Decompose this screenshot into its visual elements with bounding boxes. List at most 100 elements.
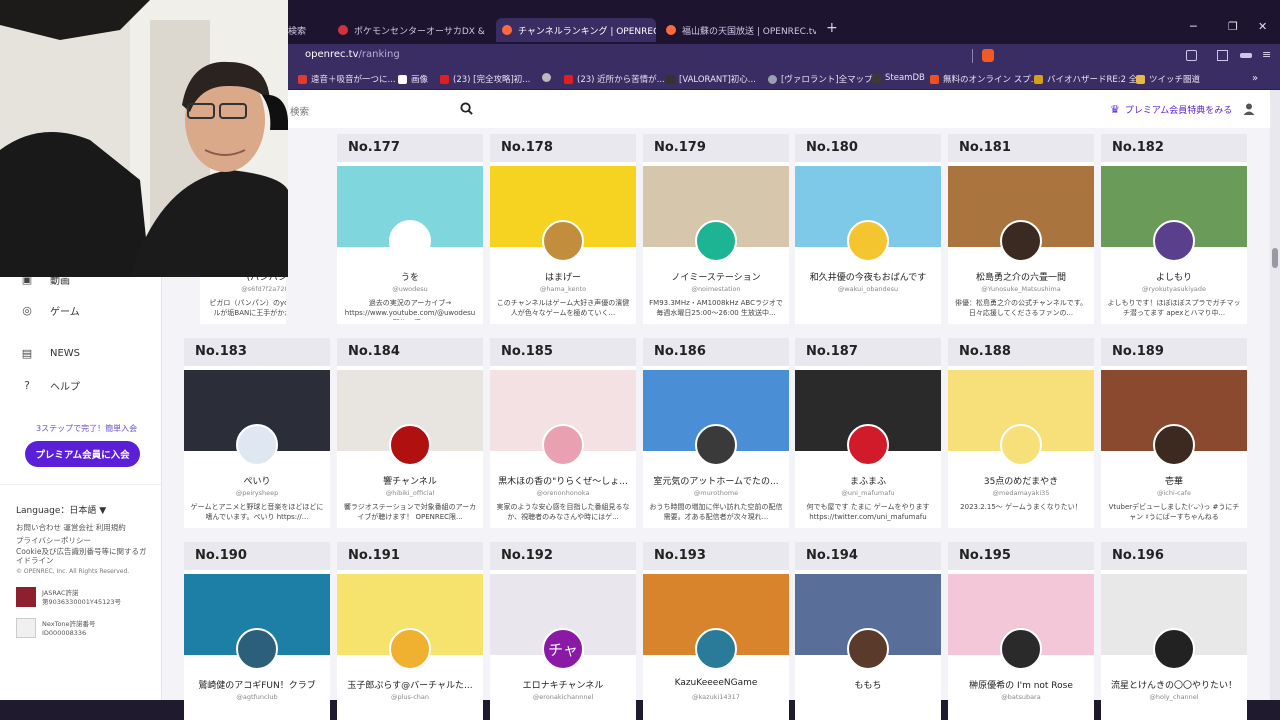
channel-avatar[interactable] (389, 628, 431, 670)
channel-avatar[interactable] (389, 424, 431, 466)
tab-fukuyama[interactable]: 福山蘇の天国放送 | OPENREC.tv (オー (666, 18, 816, 42)
channel-name[interactable]: ぺいり (188, 474, 326, 487)
channel-avatar[interactable] (847, 424, 889, 466)
channel-card[interactable]: No.193 KazuKeeeeNGame @kazuki14317 (643, 542, 789, 720)
screenshot-icon[interactable] (1186, 50, 1197, 61)
channel-card[interactable]: No.196 流星とけんきの〇〇やりたい！ @holy_channel (1101, 542, 1247, 720)
tab-channel-ranking[interactable]: チャンネルランキング | OPENREC.tv | ✕ (496, 18, 656, 42)
channel-avatar[interactable] (695, 628, 737, 670)
channel-card[interactable]: No.184 響チャンネル @hibiki_official 響ラジオステーションで対… (337, 338, 483, 528)
channel-avatar[interactable] (1000, 424, 1042, 466)
url-text[interactable]: openrec.tv/ranking (305, 49, 400, 60)
channel-avatar[interactable] (847, 220, 889, 262)
window-close-icon[interactable]: ✕ (1258, 20, 1267, 33)
privacy-policy-link[interactable]: プライバシーポリシー (16, 535, 91, 546)
channel-card[interactable]: No.178 はまげー @hama_kento このチャンネルはゲーム大好き声優の濱健… (490, 134, 636, 324)
channel-avatar[interactable] (695, 220, 737, 262)
channel-avatar[interactable] (542, 220, 584, 262)
new-tab-plus-icon[interactable]: + (826, 20, 838, 36)
channel-name[interactable]: 流星とけんきの〇〇やりたい！ (1105, 678, 1243, 691)
channel-card[interactable]: No.182 よしもり @ryokutyasukiyade よしもりです！ほぼほぼスプ… (1101, 134, 1247, 324)
channel-avatar[interactable] (389, 220, 431, 262)
channel-name[interactable]: ももち (799, 678, 937, 691)
bookmark-item[interactable]: [ヴァロラント]全マップ... (768, 73, 881, 85)
bookmark-item[interactable]: (23) 近所から苦情が... (564, 73, 665, 85)
cookie-guideline-link-cont[interactable]: イドライン (16, 555, 54, 566)
channel-name[interactable]: うを (341, 270, 479, 283)
search-input[interactable]: 検索 (290, 104, 309, 118)
channel-name[interactable]: 響チャンネル (341, 474, 479, 487)
channel-name[interactable]: ノイミーステーション (647, 270, 785, 283)
channel-name[interactable]: 榊原優希の I'm not Rose (952, 678, 1090, 691)
sidebar-item-game[interactable]: ◎ ゲーム (20, 303, 80, 318)
minimize-icon[interactable]: ─ (1190, 20, 1197, 33)
channel-card[interactable]: No.186 室元気のアットホームでたの... @murothome おうち時間の増加… (643, 338, 789, 528)
channel-name[interactable]: 玉子郎ぷらす@バーチャルた... (341, 678, 479, 691)
channel-name[interactable]: KazuKeeeeNGame (647, 678, 785, 688)
tab-search[interactable]: 検索 (288, 18, 328, 42)
channel-name[interactable]: エロナキチャンネル (494, 678, 632, 691)
wallet-icon[interactable] (1240, 53, 1252, 58)
channel-card[interactable]: No.187 まふまふ @uni_mafumafu 何でも屋です たまに ゲームをやり… (795, 338, 941, 528)
premium-join-button[interactable]: プレミアム会員に入会 (25, 441, 140, 467)
bookmark-item[interactable]: [VALORANT]初心... (666, 73, 756, 85)
sidebar-item-news[interactable]: ▤ NEWS (20, 346, 80, 360)
channel-avatar[interactable] (542, 424, 584, 466)
channel-avatar[interactable] (236, 424, 278, 466)
channel-card[interactable]: No.183 ぺいり @peirysheep ゲームとアニメと野球と音楽をほどほどに嗜… (184, 338, 330, 528)
channel-name[interactable]: 黒木ほの香の"りらくぜ〜しょ... (494, 474, 632, 487)
scrollbar[interactable] (1270, 90, 1280, 700)
channel-avatar[interactable]: チャ (542, 628, 584, 670)
channel-card[interactable]: No.189 壱華 @ichi-cafe Vtuberデビューしました(◜ᴗ◝)っ #… (1101, 338, 1247, 528)
channel-card[interactable]: No.195 榊原優希の I'm not Rose @batsubara (948, 542, 1094, 720)
channel-name[interactable]: 松島勇之介の六畳一間 (952, 270, 1090, 283)
search-icon[interactable] (460, 102, 473, 115)
channel-avatar[interactable] (1000, 628, 1042, 670)
channel-name[interactable]: 和久井優の今夜もおばんです (799, 270, 937, 283)
footer-links[interactable]: お問い合わせ 運営会社 利用規約 (16, 522, 126, 533)
channel-name[interactable]: 壱華 (1105, 474, 1243, 487)
channel-avatar[interactable] (1153, 220, 1195, 262)
bookmark-item[interactable]: (23) [完全攻略]初... (440, 73, 530, 85)
channel-name[interactable]: はまげー (494, 270, 632, 283)
channel-card[interactable]: No.190 鷲崎健のアコギFUN！クラブ @agtfunclub (184, 542, 330, 720)
channel-name[interactable]: まふまふ (799, 474, 937, 487)
user-icon[interactable] (1243, 103, 1255, 115)
bookmark-item[interactable]: バイオハザードRE:2 全... (1034, 73, 1145, 85)
sidebar-item-help[interactable]: ? ヘルプ (20, 378, 80, 393)
channel-avatar[interactable] (695, 424, 737, 466)
channel-name[interactable]: 鷲崎健のアコギFUN！クラブ (188, 678, 326, 691)
language-selector[interactable]: Language：日本語 ▼ (16, 503, 106, 516)
channel-card[interactable]: No.179 ノイミーステーション @noimestation FM93.3MHz・A… (643, 134, 789, 324)
more-bookmarks-icon[interactable]: » (1252, 73, 1258, 84)
channel-card[interactable]: No.181 松島勇之介の六畳一間 @Yunosuke_Matsushima 俳優：松… (948, 134, 1094, 324)
channel-card[interactable]: No.180 和久井優の今夜もおばんです @wakui_obandesu (795, 134, 941, 324)
tab-pokemon-center[interactable]: ポケモンセンターオーサカDX & ポケモンカ (338, 18, 488, 42)
channel-card[interactable]: No.191 玉子郎ぷらす@バーチャルた... @plus-chan (337, 542, 483, 720)
premium-benefits-link[interactable]: ♛ プレミアム会員特典をみる (1110, 103, 1232, 116)
channel-name[interactable]: よしもり (1105, 270, 1243, 283)
scrollbar-thumb[interactable] (1272, 248, 1278, 268)
bookmark-item[interactable]: ツイッチ圏道 (1136, 73, 1200, 85)
channel-avatar[interactable] (1153, 424, 1195, 466)
channel-avatar[interactable] (1000, 220, 1042, 262)
channel-card[interactable]: No.194 ももち (795, 542, 941, 720)
sidebar-toggle-icon[interactable] (1217, 50, 1228, 61)
channel-card[interactable]: No.177 うを @uwodesu 過去の実況のアーカイブ→ https://www… (337, 134, 483, 324)
channel-name[interactable]: 室元気のアットホームでたの... (647, 474, 785, 487)
menu-icon[interactable]: ≡ (1262, 48, 1271, 61)
bookmark-item[interactable] (542, 73, 555, 82)
bookmark-item[interactable]: SteamDB (872, 73, 925, 83)
channel-name[interactable]: 35点のめだまやき (952, 474, 1090, 487)
bookmark-item[interactable]: 無料のオンライン スプ... (930, 73, 1039, 85)
channel-avatar[interactable] (236, 628, 278, 670)
bookmark-item[interactable]: 遠音＋吸音が一つに... (298, 73, 396, 85)
channel-card[interactable]: No.192 チャ エロナキチャンネル @eronakichannnel (490, 542, 636, 720)
maximize-icon[interactable]: ❐ (1228, 20, 1238, 33)
channel-avatar[interactable] (1153, 628, 1195, 670)
brave-shield-icon[interactable] (982, 49, 994, 62)
channel-card[interactable]: No.185 黒木ほの香の"りらくぜ〜しょ... @orenonhonoka 実家のよ… (490, 338, 636, 528)
channel-card[interactable]: No.188 35点のめだまやき @medamayaki35 2023.2.15〜 ゲ… (948, 338, 1094, 528)
channel-avatar[interactable] (847, 628, 889, 670)
bookmark-item[interactable]: 画像 (398, 73, 428, 85)
